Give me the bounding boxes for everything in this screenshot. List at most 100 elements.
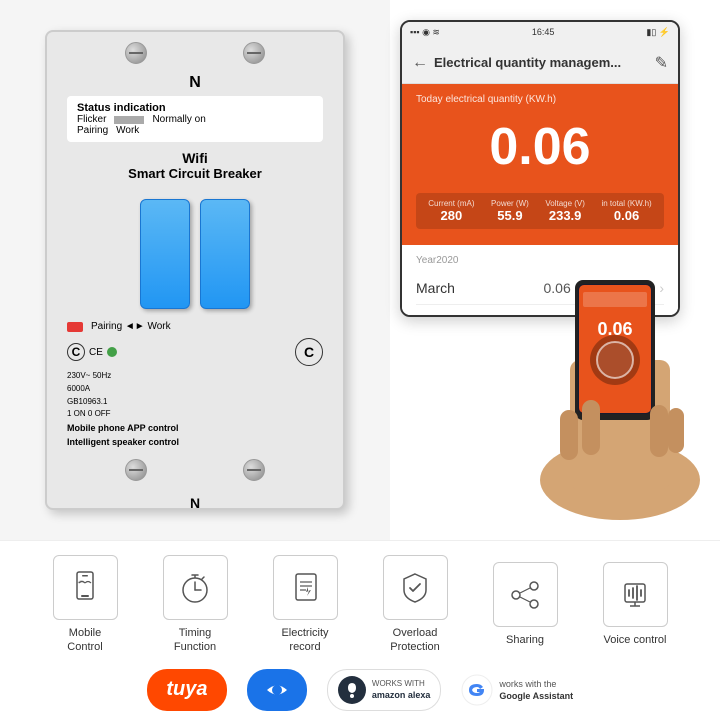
alexa-circle xyxy=(338,676,366,704)
status-time: 16:45 xyxy=(532,27,555,37)
screw-bottom-right xyxy=(243,459,265,481)
handle-left xyxy=(140,199,190,309)
hand-phone-illustration: 0.06 xyxy=(520,260,720,520)
timing-icon-box xyxy=(163,555,228,620)
header-title: Electrical quantity managem... xyxy=(434,55,655,70)
power-stat: Power (W) 55.9 xyxy=(491,199,529,223)
voltage-stat: Voltage (V) 233.9 xyxy=(545,199,585,223)
status-bar: ▪▪▪ ◉ ≋ 16:45 ▮▯ ⚡ xyxy=(402,22,678,42)
google-works-label: works with the xyxy=(499,678,573,691)
screw-top-right xyxy=(243,42,265,64)
current-stat: Current (mA) 280 xyxy=(428,199,474,223)
wifi-label: Wifi xyxy=(47,150,343,166)
n-label-top: N xyxy=(47,74,343,96)
specs-voltage: 230V~ 50Hz xyxy=(67,370,323,383)
google-badge: works with the Google Assistant xyxy=(461,674,573,706)
c-mark: C xyxy=(67,343,85,361)
sharing-label: Sharing xyxy=(506,633,544,647)
main-display: Today electrical quantity (KW.h) 0.06 Cu… xyxy=(402,84,678,245)
circuit-breaker: N Status indication Flicker Normally on … xyxy=(45,30,345,510)
back-arrow-icon[interactable]: ← xyxy=(412,54,428,72)
work-label-small: Work xyxy=(116,125,139,136)
bottom-section: MobileControl TimingFunction xyxy=(0,540,720,720)
app-area: ▪▪▪ ◉ ≋ 16:45 ▮▯ ⚡ ← Electrical quantity… xyxy=(390,0,720,540)
google-icon xyxy=(461,674,493,706)
top-section: N Status indication Flicker Normally on … xyxy=(0,0,720,540)
alexa-icon xyxy=(342,680,362,700)
alexa-badge: WORKS WITH amazon alexa xyxy=(327,669,442,711)
power-value: 55.9 xyxy=(491,208,529,223)
screw-top-left xyxy=(125,42,147,64)
red-indicator xyxy=(67,322,83,332)
signal-icons: ▪▪▪ ◉ ≋ xyxy=(410,27,440,38)
ce-text: CE xyxy=(89,347,103,358)
flicker-bar xyxy=(114,116,144,124)
google-text: works with the Google Assistant xyxy=(499,678,573,701)
tuya-badge: tuya xyxy=(147,669,227,711)
normally-on-label: Normally on xyxy=(152,114,205,125)
total-stat: in total (KW.h) 0.06 xyxy=(601,199,651,223)
status-title: Status indication xyxy=(77,102,313,114)
feature-voice: Voice control xyxy=(580,562,690,647)
shield-icon xyxy=(396,569,434,607)
total-label: in total (KW.h) xyxy=(601,199,651,208)
smart-life-icon xyxy=(252,669,302,711)
status-section: Status indication Flicker Normally on Pa… xyxy=(67,96,323,142)
smart-life-badge xyxy=(247,669,307,711)
timing-icon xyxy=(176,569,214,607)
alexa-text: WORKS WITH amazon alexa xyxy=(372,679,431,699)
month-name: March xyxy=(416,280,455,296)
total-value: 0.06 xyxy=(601,208,651,223)
voltage-label: Voltage (V) xyxy=(545,199,585,208)
voice-label: Voice control xyxy=(604,633,667,647)
voltage-value: 233.9 xyxy=(545,208,585,223)
pairing-work-section: Pairing ◄► Work xyxy=(47,319,343,334)
breaker-title: Smart Circuit Breaker xyxy=(47,166,343,181)
voice-icon-box xyxy=(603,562,668,627)
feature-sharing: Sharing xyxy=(470,562,580,647)
feature-overload: OverloadProtection xyxy=(360,555,470,655)
screw-bottom-left xyxy=(125,459,147,481)
speaker-control: Intelligent speaker control xyxy=(47,435,343,449)
brands-row: tuya WORKS WITH xyxy=(0,661,720,719)
today-label: Today electrical quantity (KW.h) xyxy=(416,94,664,105)
share-icon xyxy=(506,576,544,614)
electricity-label: Electricityrecord xyxy=(281,626,328,655)
specs-section: 230V~ 50Hz 6000A GB10963.1 1 ON 0 OFF xyxy=(47,370,343,421)
current-label: Current (mA) xyxy=(428,199,474,208)
voice-icon xyxy=(616,576,654,614)
phone-hand-container: 0.06 xyxy=(520,260,720,520)
power-label: Power (W) xyxy=(491,199,529,208)
edit-icon[interactable]: ✎ xyxy=(655,53,668,73)
specs-switch: 1 ON 0 OFF xyxy=(67,408,323,421)
electricity-icon-box xyxy=(273,555,338,620)
pairing-row: Pairing Work xyxy=(77,125,313,136)
product-image-area: N Status indication Flicker Normally on … xyxy=(0,0,390,540)
ce-marks: C CE xyxy=(67,343,117,361)
ce-row: C CE C xyxy=(47,334,343,370)
battery-icon: ▮▯ ⚡ xyxy=(646,27,670,38)
mobile-icon xyxy=(66,569,104,607)
google-name: Google Assistant xyxy=(499,691,573,701)
handles-row xyxy=(47,199,343,309)
electricity-icon xyxy=(286,569,324,607)
pairing-label-small: Pairing xyxy=(77,125,108,136)
c-rating: C xyxy=(295,338,323,366)
main-container: N Status indication Flicker Normally on … xyxy=(0,0,720,720)
mobile-label: MobileControl xyxy=(67,626,102,655)
wifi-section: Wifi Smart Circuit Breaker xyxy=(47,142,343,189)
mobile-icon-box xyxy=(53,555,118,620)
feature-mobile: MobileControl xyxy=(30,555,140,655)
flicker-label: Flicker xyxy=(77,114,106,125)
stats-row: Current (mA) 280 Power (W) 55.9 Voltage … xyxy=(416,193,664,229)
bottom-screws-row xyxy=(47,449,343,491)
feature-electricity: Electricityrecord xyxy=(250,555,360,655)
overload-label: OverloadProtection xyxy=(390,626,440,655)
features-row: MobileControl TimingFunction xyxy=(0,541,720,661)
sharing-icon-box xyxy=(493,562,558,627)
current-value: 280 xyxy=(428,208,474,223)
timing-label: TimingFunction xyxy=(174,626,216,655)
tuya-label: tuya xyxy=(166,678,207,701)
alexa-name: amazon alexa xyxy=(372,690,431,700)
green-indicator xyxy=(107,347,117,357)
